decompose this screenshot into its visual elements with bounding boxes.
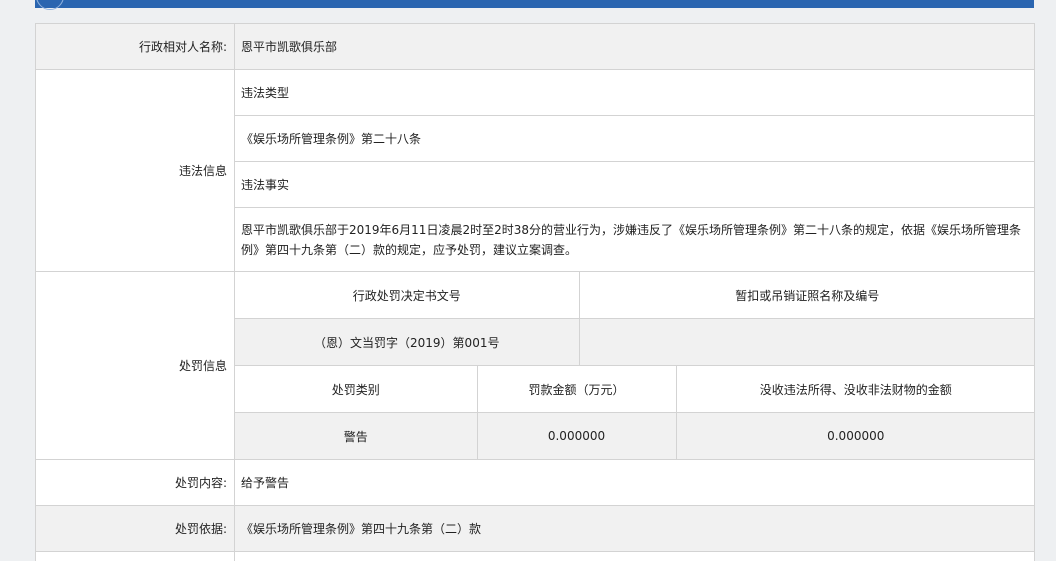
category-value: 警告 — [235, 412, 478, 459]
penalty-info-row: 处罚信息 行政处罚决定书文号 暂扣或吊销证照名称及编号 （恩）文当罚字（2019… — [35, 271, 1035, 460]
license-header: 暂扣或吊销证照名称及编号 — [579, 272, 1035, 319]
penalty-content-value: 给予警告 — [234, 459, 1035, 506]
next-row — [35, 551, 1035, 561]
penalty-basis-row: 处罚依据: 《娱乐场所管理条例》第四十九条第（二）款 — [35, 505, 1035, 552]
page: 行政相对人名称: 恩平市凯歌俱乐部 违法信息 违法类型 《娱乐场所管理条例》第二… — [0, 0, 1056, 561]
category-header: 处罚类别 — [235, 365, 478, 413]
violation-fact-heading: 违法事实 — [234, 161, 1035, 208]
violation-info-label: 违法信息 — [35, 69, 235, 272]
header-logo-circle — [36, 0, 64, 10]
penalty-info-label: 处罚信息 — [35, 271, 235, 460]
violation-type-heading: 违法类型 — [234, 69, 1035, 116]
penalty-info-cell: 行政处罚决定书文号 暂扣或吊销证照名称及编号 （恩）文当罚字（2019）第001… — [234, 271, 1035, 460]
penalty-info-table: 行政相对人名称: 恩平市凯歌俱乐部 违法信息 违法类型 《娱乐场所管理条例》第二… — [35, 23, 1035, 561]
violation-type-value: 《娱乐场所管理条例》第二十八条 — [234, 115, 1035, 162]
penalty-content-row: 处罚内容: 给予警告 — [35, 459, 1035, 506]
target-name-value: 恩平市凯歌俱乐部 — [234, 23, 1035, 70]
fine-header: 罚款金额（万元） — [477, 365, 677, 413]
doc-no-value: （恩）文当罚字（2019）第001号 — [235, 318, 580, 365]
penalty-amount-table: 处罚类别 罚款金额（万元） 没收违法所得、没收非法财物的金额 警告 0.0000… — [235, 365, 1035, 459]
violation-fact-value: 恩平市凯歌俱乐部于2019年6月11日凌晨2时至2时38分的营业行为，涉嫌违反了… — [234, 207, 1035, 272]
violation-type-heading-row: 违法信息 违法类型 — [35, 69, 1035, 272]
penalty-doc-table: 行政处罚决定书文号 暂扣或吊销证照名称及编号 （恩）文当罚字（2019）第001… — [235, 272, 1035, 365]
target-name-row: 行政相对人名称: 恩平市凯歌俱乐部 — [35, 23, 1035, 70]
target-name-label: 行政相对人名称: — [35, 23, 235, 70]
header-bar — [35, 0, 1034, 8]
penalty-basis-label: 处罚依据: — [35, 505, 235, 552]
confiscation-header: 没收违法所得、没收非法财物的金额 — [676, 365, 1035, 413]
fine-value: 0.000000 — [477, 412, 677, 459]
penalty-basis-value: 《娱乐场所管理条例》第四十九条第（二）款 — [234, 505, 1035, 552]
confiscation-value: 0.000000 — [676, 412, 1035, 459]
penalty-content-label: 处罚内容: — [35, 459, 235, 506]
license-value — [579, 318, 1035, 365]
doc-no-header: 行政处罚决定书文号 — [235, 272, 580, 319]
